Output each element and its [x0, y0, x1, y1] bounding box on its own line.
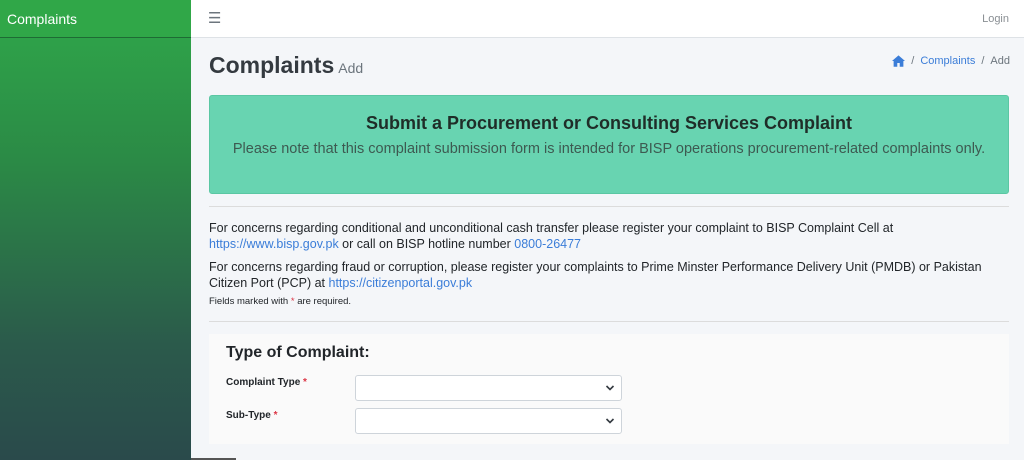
page-title-text: Complaints [209, 52, 335, 78]
required-fields-note: Fields marked with * are required. [209, 296, 351, 307]
complaint-type-select[interactable] [355, 375, 622, 401]
required-star: * [273, 410, 278, 421]
bars-icon[interactable]: ☰ [208, 11, 221, 26]
banner-text: Please note that this complaint submissi… [232, 141, 986, 157]
sub-type-select[interactable] [355, 408, 622, 434]
breadcrumb-separator: / [911, 55, 915, 67]
brand-title[interactable]: Complaints [0, 0, 191, 38]
bisp-info-text-a: For concerns regarding conditional and u… [209, 221, 894, 235]
sidebar: Complaints [0, 0, 191, 460]
home-icon[interactable] [892, 55, 906, 67]
divider [209, 206, 1009, 207]
breadcrumb-separator: / [981, 55, 985, 67]
login-link[interactable]: Login [982, 13, 1009, 25]
banner-title: Submit a Procurement or Consulting Servi… [365, 113, 853, 133]
top-navbar: ☰ Login [191, 0, 1024, 38]
bisp-info-text: For concerns regarding conditional and u… [209, 220, 1009, 252]
breadcrumb-current: Add [990, 55, 1010, 67]
notice-banner: Submit a Procurement or Consulting Servi… [209, 95, 1009, 194]
bisp-info-text-b: or call on BISP hotline number [342, 237, 511, 251]
divider [209, 321, 1009, 322]
chevron-down-icon [605, 385, 615, 391]
required-note-after: are required. [297, 296, 352, 307]
page-subtitle: Add [338, 60, 364, 76]
bisp-website-link[interactable]: https://www.bisp.gov.pk [209, 237, 339, 251]
required-note-before: Fields marked with [209, 296, 289, 307]
breadcrumb: / Complaints / Add [892, 55, 1010, 67]
complaint-type-label-text: Complaint Type [226, 377, 301, 388]
chevron-down-icon [605, 418, 615, 424]
citizen-portal-link[interactable]: https://citizenportal.gov.pk [329, 276, 473, 290]
required-star: * [290, 296, 295, 307]
complaint-type-card: Type of Complaint: Complaint Type * Sub-… [209, 334, 1009, 444]
sub-type-label-text: Sub-Type [226, 410, 271, 421]
sub-type-label: Sub-Type * [226, 410, 278, 421]
fraud-info-text: For concerns regarding fraud or corrupti… [209, 259, 1009, 291]
page-title: Complaints Add [209, 52, 363, 79]
breadcrumb-complaints-link[interactable]: Complaints [920, 55, 975, 67]
main-content: Complaints Add / Complaints / Add Submit … [191, 38, 1024, 460]
required-star: * [303, 377, 307, 388]
complaint-type-label: Complaint Type * [226, 377, 307, 388]
fraud-info-text-a: For concerns regarding fraud or corrupti… [209, 260, 982, 290]
bisp-hotline-link[interactable]: 0800-26477 [514, 237, 581, 251]
card-title: Type of Complaint: [226, 344, 370, 361]
